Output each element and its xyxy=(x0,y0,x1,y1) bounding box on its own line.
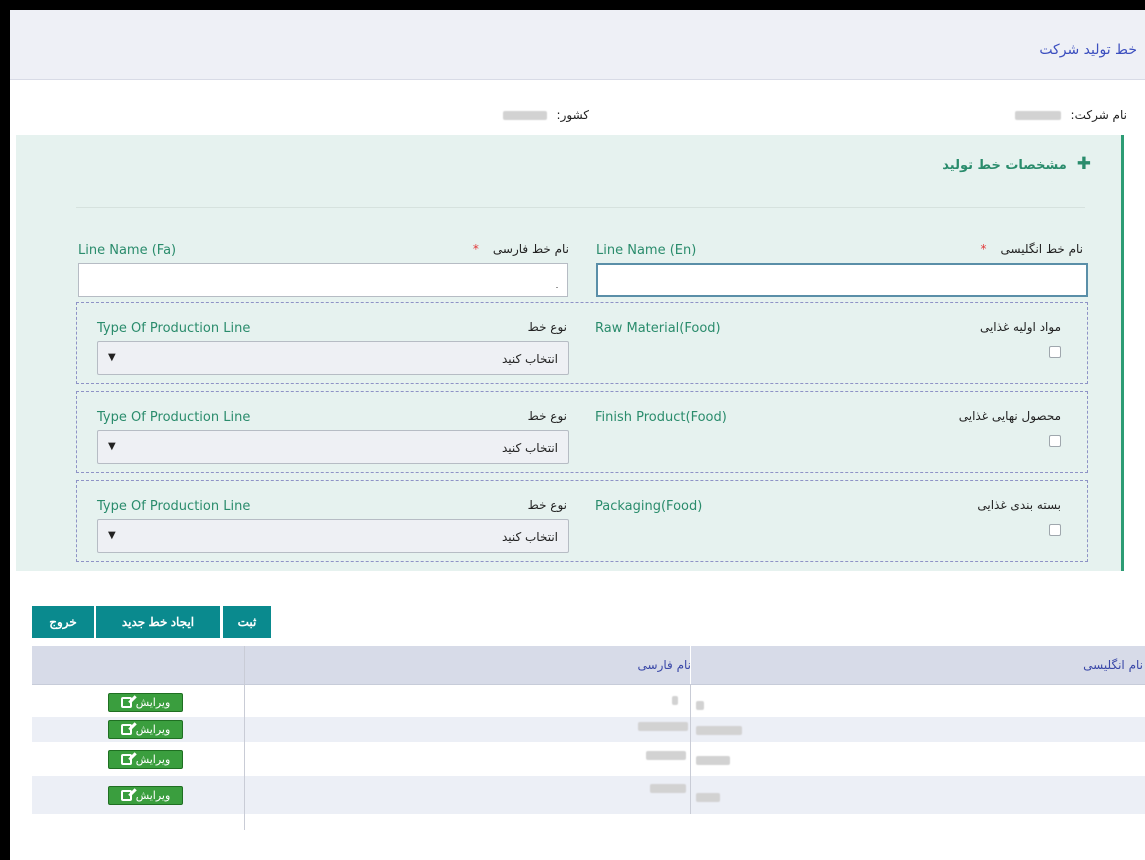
country-value-redacted xyxy=(502,111,547,120)
edit-button[interactable]: ویرایش xyxy=(108,786,183,805)
edit-button[interactable]: ویرایش xyxy=(108,693,183,712)
redacted-text xyxy=(646,751,686,760)
page-header: خط تولید شرکت xyxy=(10,10,1145,80)
panel-title[interactable]: ✚ مشخصات خط تولید xyxy=(942,154,1091,174)
header-persian-name: نام فارسی xyxy=(637,658,691,672)
dropdown-arrow-icon: ▼ xyxy=(108,441,116,452)
redacted-text xyxy=(696,793,720,802)
type-label: نوع خط xyxy=(527,498,567,512)
production-lines-table: نام انگلیسی نام فارسی ویرایش ویرایش ویرا… xyxy=(32,646,1145,830)
edit-button[interactable]: ویرایش xyxy=(108,750,183,769)
table-row: ویرایش xyxy=(32,776,1145,814)
en-name-input[interactable] xyxy=(596,263,1088,297)
redacted-text xyxy=(696,756,730,765)
edit-label: ویرایش xyxy=(135,789,171,802)
dropdown-arrow-icon: ▼ xyxy=(108,530,116,541)
redacted-text xyxy=(696,701,704,710)
edit-icon xyxy=(120,790,132,801)
table-header: نام انگلیسی نام فارسی xyxy=(32,646,1145,685)
packaging-en-label: Packaging(Food) xyxy=(595,499,703,514)
cell-separator xyxy=(690,717,691,742)
redacted-text xyxy=(650,784,686,793)
fa-name-label: نام خط فارسی * xyxy=(473,242,569,256)
edit-icon xyxy=(120,724,132,735)
column-separator xyxy=(244,646,245,830)
cell-separator xyxy=(690,776,691,814)
fa-name-en-label: Line Name (Fa) xyxy=(78,243,177,258)
country-info: کشور: xyxy=(502,108,589,122)
finish-product-en-label: Finish Product(Food) xyxy=(595,410,727,425)
packaging-label: بسته بندی غذایی xyxy=(977,498,1061,512)
required-mark: * xyxy=(980,242,987,256)
type-en-label: Type Of Production Line xyxy=(97,410,251,425)
type-en-label: Type Of Production Line xyxy=(97,499,251,514)
redacted-text xyxy=(672,696,678,705)
fa-name-input[interactable] xyxy=(78,263,568,297)
en-name-label: نام خط انگلیسی * xyxy=(981,242,1083,256)
select-value: انتخاب کنید xyxy=(501,352,558,366)
fa-name-label-text: نام خط فارسی xyxy=(492,242,569,256)
new-line-button[interactable]: ایجاد خط جدید xyxy=(96,606,220,638)
type-en-label: Type Of Production Line xyxy=(97,321,251,336)
company-value-redacted xyxy=(1014,111,1061,120)
raw-material-label: مواد اولیه غذایی xyxy=(979,320,1061,334)
panel-title-text: مشخصات خط تولید xyxy=(942,158,1067,173)
type-select[interactable]: ▼ انتخاب کنید xyxy=(97,519,569,553)
finish-product-checkbox[interactable] xyxy=(1049,435,1061,447)
redacted-text xyxy=(638,722,688,731)
en-name-label-text: نام خط انگلیسی xyxy=(1000,242,1083,256)
table-row: ویرایش xyxy=(32,742,1145,776)
edit-label: ویرایش xyxy=(135,696,171,709)
type-select[interactable]: ▼ انتخاب کنید xyxy=(97,430,569,464)
cell-separator xyxy=(690,685,691,717)
group-packaging: بسته بندی غذایی Packaging(Food) نوع خط T… xyxy=(76,480,1088,562)
raw-material-checkbox[interactable] xyxy=(1049,346,1061,358)
group-raw-material: مواد اولیه غذایی Raw Material(Food) نوع … xyxy=(76,302,1088,384)
exit-button[interactable]: خروج xyxy=(32,606,94,638)
edit-button[interactable]: ویرایش xyxy=(108,720,183,739)
packaging-checkbox[interactable] xyxy=(1049,524,1061,536)
cell-separator xyxy=(690,742,691,776)
edit-label: ویرایش xyxy=(135,723,171,736)
edit-label: ویرایش xyxy=(135,753,171,766)
table-row: ویرایش xyxy=(32,717,1145,742)
production-line-panel: ✚ مشخصات خط تولید نام خط انگلیسی * Line Na… xyxy=(16,135,1124,571)
edit-icon xyxy=(120,754,132,765)
header-english-name: نام انگلیسی xyxy=(1083,658,1143,672)
page-title: خط تولید شرکت xyxy=(1039,42,1137,58)
type-label: نوع خط xyxy=(527,320,567,334)
company-label: نام شرکت: xyxy=(1070,108,1127,122)
finish-product-label: محصول نهایی غذایی xyxy=(958,409,1061,423)
table-row: ویرایش xyxy=(32,685,1145,717)
redacted-text xyxy=(696,726,742,735)
raw-material-en-label: Raw Material(Food) xyxy=(595,321,721,336)
select-value: انتخاب کنید xyxy=(501,441,558,455)
edit-icon xyxy=(120,697,132,708)
select-value: انتخاب کنید xyxy=(501,530,558,544)
en-name-en-label: Line Name (En) xyxy=(596,243,697,258)
group-finish-product: محصول نهایی غذایی Finish Product(Food) ن… xyxy=(76,391,1088,473)
type-label: نوع خط xyxy=(527,409,567,423)
type-select[interactable]: ▼ انتخاب کنید xyxy=(97,341,569,375)
page-frame: خط تولید شرکت نام شرکت: کشور: ✚ مشخصات خط… xyxy=(10,10,1145,860)
plus-icon: ✚ xyxy=(1076,154,1091,174)
country-label: کشور: xyxy=(556,108,589,122)
submit-button[interactable]: ثبت xyxy=(223,606,271,638)
required-mark: * xyxy=(472,242,479,256)
divider xyxy=(76,207,1085,208)
dropdown-arrow-icon: ▼ xyxy=(108,352,116,363)
company-info: نام شرکت: xyxy=(1014,108,1127,122)
